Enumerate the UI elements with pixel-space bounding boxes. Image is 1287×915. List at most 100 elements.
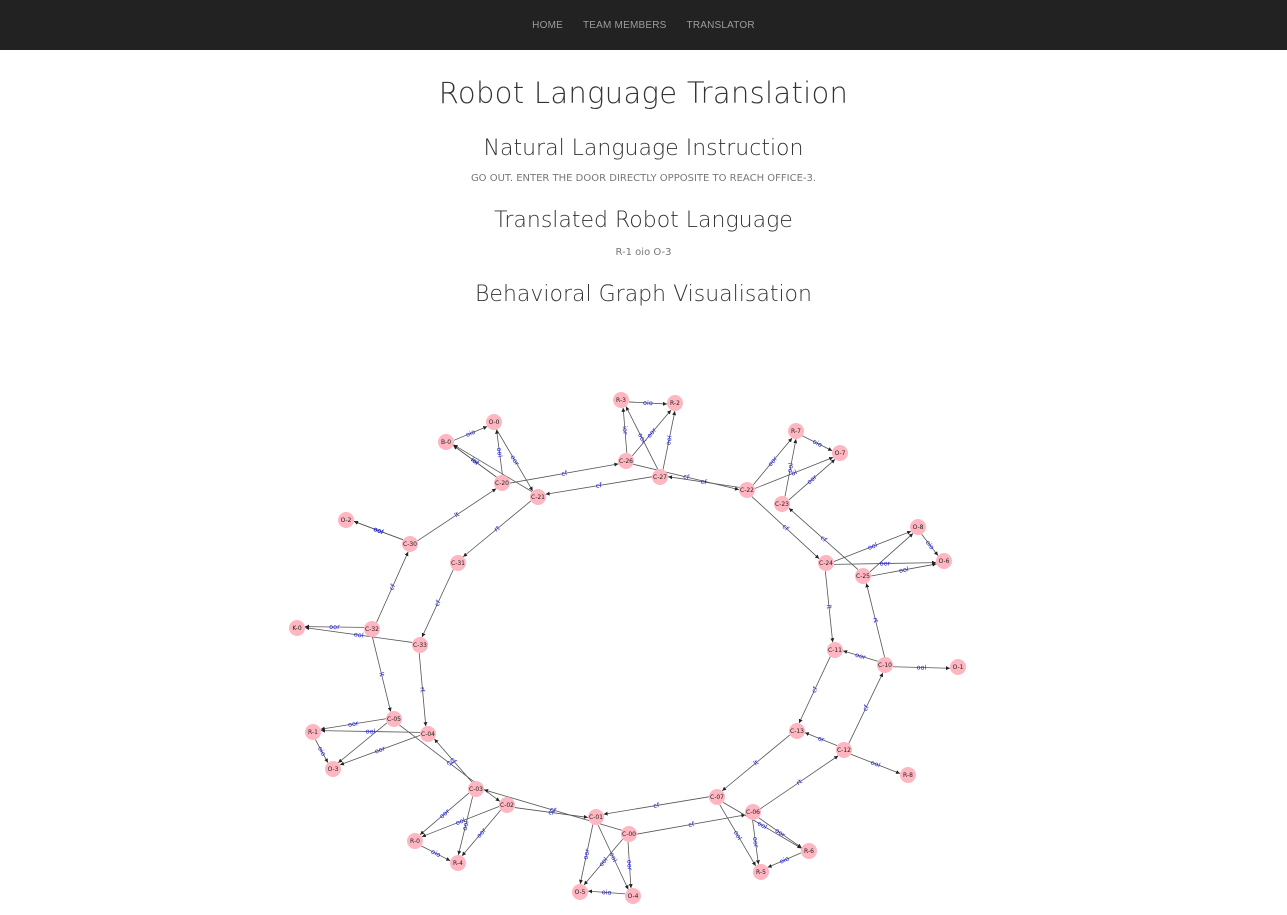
node-label: C-01 bbox=[589, 814, 603, 821]
edge-label: oio bbox=[811, 438, 823, 450]
node-label: O-4 bbox=[628, 893, 639, 900]
edge-label: oor bbox=[582, 848, 592, 860]
edge-label: oor bbox=[475, 826, 488, 840]
node-label: C-04 bbox=[421, 731, 435, 738]
edge-label: cf bbox=[653, 801, 661, 810]
graph-node-r-1: R-1 bbox=[305, 724, 321, 740]
node-label: R-6 bbox=[804, 848, 814, 855]
node-label: O-7 bbox=[835, 450, 846, 457]
graph-node-o-6: O-6 bbox=[936, 553, 952, 569]
graph-node-c-33: C-33 bbox=[412, 637, 428, 653]
graph-node-c-24: C-24 bbox=[818, 555, 834, 571]
graph-node-r-8: R-8 bbox=[900, 767, 916, 783]
node-label: C-05 bbox=[387, 716, 401, 723]
graph-node-c-01: C-01 bbox=[588, 809, 604, 825]
page-title: Robot Language Translation bbox=[438, 76, 849, 110]
graph-node-r-5: R-5 bbox=[753, 864, 769, 880]
edge-label: cf bbox=[861, 703, 871, 712]
edge-label: or bbox=[816, 734, 825, 744]
edge-label: ool bbox=[461, 820, 471, 832]
node-label: R-8 bbox=[903, 772, 913, 779]
edge-label: oor bbox=[509, 454, 521, 467]
graph-node-r-4: R-4 bbox=[450, 855, 466, 871]
edge-label: oor bbox=[854, 651, 867, 662]
edge-label: oio bbox=[316, 745, 328, 757]
graph-node-c-26: C-26 bbox=[618, 453, 634, 469]
instruction-heading: Natural Language Instruction bbox=[483, 136, 804, 161]
graph-edges: oioooloorioliorcfcfoioioroolooroolcfcfoi… bbox=[305, 399, 950, 897]
node-label: C-03 bbox=[469, 786, 483, 793]
edge-label: cf bbox=[561, 469, 569, 478]
graph-node-r-3: R-3 bbox=[613, 392, 629, 408]
edge-label: ool bbox=[495, 447, 504, 458]
edge-label: cf bbox=[682, 472, 690, 481]
graph-node-r-0: R-0 bbox=[407, 833, 423, 849]
graph-node-o-0: O-0 bbox=[486, 414, 502, 430]
graph-node-r-2: R-2 bbox=[667, 395, 683, 411]
nav-team-members-link[interactable]: TEAM MEMBERS bbox=[573, 20, 677, 31]
graph-node-o-1: O-1 bbox=[950, 659, 966, 675]
node-label: K-0 bbox=[292, 625, 301, 632]
edge-label: ool bbox=[366, 727, 376, 735]
node-label: C-23 bbox=[775, 501, 789, 508]
node-label: B-0 bbox=[441, 439, 451, 446]
graph-node-c-05: C-05 bbox=[386, 711, 402, 727]
node-label: C-33 bbox=[413, 642, 427, 649]
edge-label: oio bbox=[778, 854, 790, 865]
node-label: C-02 bbox=[500, 802, 514, 809]
edge-label: ool bbox=[916, 663, 926, 671]
node-label: C-10 bbox=[878, 662, 892, 669]
edge-label: oor bbox=[766, 455, 779, 469]
graph-node-c-31: C-31 bbox=[450, 555, 466, 571]
graph-node-c-10: C-10 bbox=[877, 657, 893, 673]
graph-node-c-22: C-22 bbox=[739, 482, 755, 498]
graph-node-c-02: C-02 bbox=[499, 797, 515, 813]
graph-node-o-8: O-8 bbox=[910, 519, 926, 535]
node-label: C-24 bbox=[819, 560, 833, 567]
graph-nodes: O-0 B-0 C-20 C-21 R-3 R-2 C-26 C-27 R-7 O-7 C-22 C-… bbox=[289, 392, 966, 904]
edge-c-21-to-b-0 bbox=[453, 444, 533, 492]
nav-home-link[interactable]: HOME bbox=[522, 20, 573, 31]
edge-label: lt bbox=[453, 510, 461, 519]
node-label: C-22 bbox=[740, 487, 754, 494]
node-label: R-4 bbox=[453, 860, 463, 867]
translation-text: R-1 oio O-3 bbox=[615, 247, 672, 258]
graph-node-b-0: B-0 bbox=[438, 434, 454, 450]
node-label: C-00 bbox=[622, 831, 636, 838]
graph-node-c-21: C-21 bbox=[530, 489, 546, 505]
graph-heading: Behavioral Graph Visualisation bbox=[475, 282, 812, 307]
behavioral-graph: oioooloorioliorcfcfoioioroolooroolcfcfoi… bbox=[289, 392, 966, 904]
graph-node-o-2: O-2 bbox=[338, 512, 354, 528]
edge-label: ool bbox=[756, 819, 769, 831]
node-label: O-5 bbox=[575, 889, 586, 896]
edge-label: ool bbox=[732, 829, 744, 842]
nav-translator-link[interactable]: TRANSLATOR bbox=[677, 20, 765, 31]
node-label: C-20 bbox=[495, 480, 509, 487]
graph-node-o-4: O-4 bbox=[625, 888, 641, 904]
edge-label: ool bbox=[898, 565, 909, 575]
graph-node-c-11: C-11 bbox=[827, 642, 843, 658]
graph-node-c-06: C-06 bbox=[745, 804, 761, 820]
node-label: C-13 bbox=[790, 728, 804, 735]
node-label: R-3 bbox=[616, 397, 626, 404]
edge-label: cf bbox=[810, 685, 820, 694]
node-label: O-0 bbox=[489, 419, 500, 426]
graph-node-c-20: C-20 bbox=[494, 475, 510, 491]
node-label: C-32 bbox=[365, 626, 379, 633]
node-label: O-1 bbox=[953, 664, 964, 671]
node-label: C-31 bbox=[451, 560, 465, 567]
node-label: R-1 bbox=[308, 729, 318, 736]
edge-label: oor bbox=[751, 836, 760, 848]
edge-label: ool bbox=[869, 758, 881, 769]
edge-label: cf bbox=[433, 598, 443, 607]
graph-node-o-3: O-3 bbox=[325, 761, 341, 777]
edge-label: cf bbox=[688, 820, 696, 829]
node-label: R-2 bbox=[670, 400, 680, 407]
node-label: C-06 bbox=[746, 809, 760, 816]
graph-node-c-07: C-07 bbox=[709, 789, 725, 805]
edge-label: oor bbox=[374, 744, 387, 755]
edge-label: ol bbox=[790, 468, 799, 478]
edge-label: ior bbox=[621, 426, 630, 435]
instruction-text: GO OUT. ENTER THE DOOR DIRECTLY OPPOSITE… bbox=[470, 173, 817, 184]
edge-label: oio bbox=[430, 848, 442, 860]
